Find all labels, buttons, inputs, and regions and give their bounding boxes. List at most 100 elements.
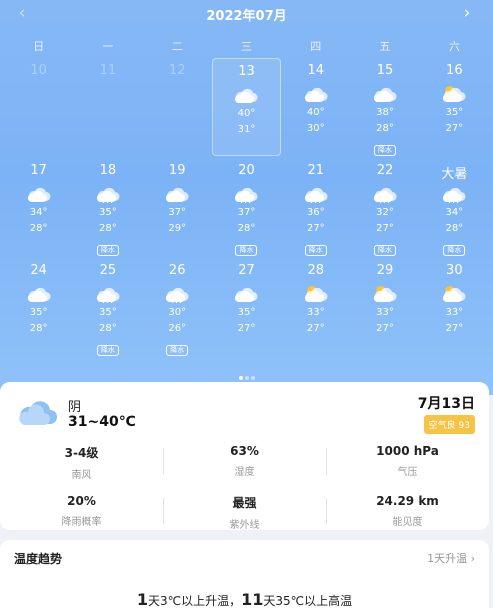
- month-bar: ‹ 2022年07月 ›: [0, 0, 493, 28]
- calendar-day[interactable]: 25 35° 28° 降水: [73, 258, 142, 356]
- day-number: 13: [238, 64, 255, 79]
- high-temp: 40°: [237, 108, 256, 119]
- high-temp: 35°: [29, 307, 48, 318]
- rain-cloud-icon: [95, 185, 121, 204]
- day-number: 12: [168, 63, 186, 78]
- high-temp: 34°: [29, 207, 48, 218]
- aqi-badge[interactable]: 空气良 93: [423, 415, 475, 434]
- cloud-icon: [233, 86, 259, 104]
- temperature-trend-card: 温度趋势 1天升温 › 1天3℃以上升温，11天35℃以上高温: [0, 540, 489, 608]
- rain-cloud-icon: [233, 185, 259, 204]
- low-temp: 31°: [237, 124, 256, 135]
- calendar-day[interactable]: 21 36° 27° 降水: [281, 158, 350, 256]
- precipitation-badge: 降水: [96, 345, 119, 356]
- partly-sunny-icon: [372, 285, 398, 303]
- high-temp: 35°: [445, 107, 464, 118]
- rain-cloud-icon: [441, 185, 467, 204]
- calendar-day[interactable]: 18 35° 28° 降水: [73, 158, 142, 256]
- stat-label: 紫外线: [229, 520, 260, 531]
- low-temp: 27°: [306, 323, 325, 334]
- low-temp: 27°: [445, 123, 464, 134]
- day-number: 30: [446, 263, 463, 278]
- high-temp: 36°: [306, 207, 325, 218]
- stat-rain-probability: 20% 降雨概率: [0, 492, 163, 538]
- calendar-day[interactable]: 15 38° 28° 降水: [350, 58, 419, 156]
- weekday-label: 五: [379, 40, 391, 53]
- day-number: 24: [30, 263, 47, 278]
- rain-cloud-icon: [95, 285, 121, 304]
- today-card: 阴 31~40℃ 7月13日 空气良 93 3-4级 南风 63% 湿度 100…: [0, 382, 489, 531]
- low-temp: 28°: [29, 323, 48, 334]
- day-number: 15: [376, 63, 394, 78]
- day-number: 16: [446, 63, 463, 78]
- calendar-day-selected[interactable]: 13 40° 31°: [211, 58, 282, 156]
- page-dot[interactable]: [238, 376, 243, 380]
- high-temp: 33°: [306, 307, 325, 318]
- high-temp: 37°: [168, 207, 187, 218]
- weekday-label: 一: [102, 40, 114, 53]
- weekday-label: 日: [33, 40, 45, 53]
- precipitation-badge: 降水: [374, 245, 397, 256]
- low-temp: 28°: [99, 223, 117, 234]
- calendar-day[interactable]: 24 35° 28°: [4, 258, 73, 356]
- stat-wind: 3-4级 南风: [0, 442, 163, 488]
- low-temp: 28°: [376, 123, 394, 134]
- precipitation-badge: 降水: [235, 245, 258, 256]
- cloud-icon: [372, 85, 398, 103]
- calendar-day[interactable]: 28 33° 27°: [281, 258, 350, 356]
- weekday-header: 日一二三四五六: [4, 38, 489, 54]
- calendar-day: 10: [4, 58, 73, 156]
- cloud-icon: [18, 398, 58, 426]
- low-temp: 28°: [445, 223, 464, 234]
- day-number: 26: [168, 263, 186, 278]
- stat-value: 20%: [67, 494, 96, 508]
- calendar-day[interactable]: 29 33° 27°: [350, 258, 419, 356]
- stat-label: 南风: [71, 470, 92, 481]
- day-number: 大暑: [441, 167, 468, 182]
- trend-summary: 1天3℃以上升温，11天35℃以上高温: [0, 590, 489, 608]
- calendar-day[interactable]: 27 35° 27°: [212, 258, 281, 356]
- stat-pressure: 1000 hPa 气压: [326, 442, 489, 488]
- calendar-day[interactable]: 大暑 34° 28° 降水: [420, 158, 489, 256]
- day-number: 19: [168, 163, 186, 178]
- weekday-label: 六: [448, 40, 460, 53]
- low-temp: 27°: [376, 223, 394, 234]
- low-temp: 27°: [237, 323, 256, 334]
- low-temp: 26°: [168, 323, 187, 334]
- rain-cloud-icon: [164, 285, 190, 304]
- weekday-label: 三: [240, 40, 252, 53]
- trend-title: 温度趋势: [14, 552, 63, 566]
- cloud-icon: [303, 85, 329, 103]
- stat-label: 能见度: [392, 517, 423, 528]
- page-dot[interactable]: [244, 376, 249, 380]
- high-temp: 35°: [99, 207, 117, 218]
- warming-days-count: 1: [136, 590, 148, 608]
- day-number: 29: [376, 263, 394, 278]
- day-number: 25: [99, 263, 117, 278]
- calendar-day[interactable]: 30 33° 27°: [420, 258, 489, 356]
- calendar-day[interactable]: 26 30° 26° 降水: [143, 258, 212, 356]
- precipitation-badge: 降水: [166, 345, 189, 356]
- stat-value: 63%: [230, 444, 259, 458]
- stat-label: 降雨概率: [61, 517, 102, 528]
- calendar-day: 11: [73, 58, 142, 156]
- calendar-day[interactable]: 16 35° 27°: [420, 58, 489, 156]
- calendar-day[interactable]: 22 32° 27° 降水: [350, 158, 419, 256]
- calendar-day[interactable]: 20 37° 28° 降水: [212, 158, 281, 256]
- next-month-button[interactable]: ›: [455, 3, 479, 23]
- stat-value: 3-4级: [64, 446, 99, 460]
- high-temp: 40°: [306, 107, 325, 118]
- partly-sunny-icon: [303, 285, 329, 303]
- low-temp: 29°: [168, 223, 187, 234]
- calendar-day[interactable]: 19 37° 29°: [143, 158, 212, 256]
- weekday-label: 四: [310, 40, 322, 53]
- trend-link[interactable]: 1天升温 ›: [427, 550, 475, 566]
- page-dot[interactable]: [250, 376, 255, 380]
- low-temp: 28°: [99, 323, 117, 334]
- calendar-day[interactable]: 14 40° 30°: [281, 58, 350, 156]
- stat-visibility: 24.29 km 能见度: [326, 492, 489, 538]
- low-temp: 27°: [306, 223, 325, 234]
- weekday-label: 二: [171, 40, 183, 53]
- calendar-day[interactable]: 17 34° 28°: [4, 158, 73, 256]
- day-number: 17: [30, 163, 47, 178]
